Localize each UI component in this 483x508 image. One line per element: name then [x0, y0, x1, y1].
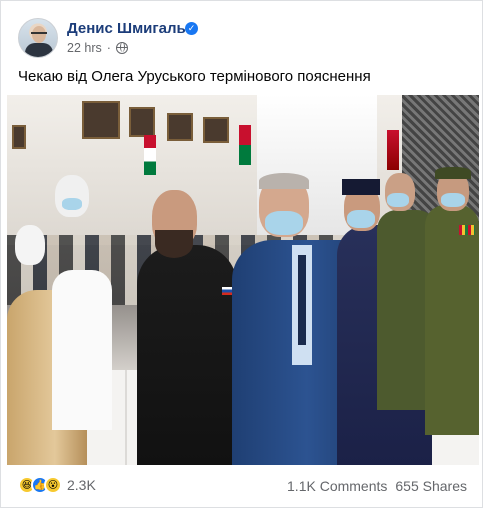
post-timestamp[interactable]: 22 hrs	[67, 41, 102, 55]
photo-frame-1	[82, 101, 120, 139]
photo-frame-3	[167, 113, 193, 141]
avatar-glasses	[31, 32, 47, 36]
photo-flag-3	[387, 130, 399, 170]
avatar-suit	[25, 43, 53, 57]
shares-count[interactable]: 655 Shares	[395, 478, 467, 494]
photo-mask-4	[387, 193, 409, 207]
post-text: Чекаю від Олега Уруського термінового по…	[18, 68, 371, 85]
photo-person-robe-white	[52, 270, 112, 430]
photo-grey-hair	[259, 173, 309, 189]
author-name[interactable]: Денис Шмигаль	[67, 20, 186, 37]
photo-mask-5	[441, 193, 465, 207]
photo-person-officer-2	[425, 205, 479, 435]
photo-mask-1	[62, 198, 82, 210]
photo-person-ghutra-1	[15, 225, 45, 265]
photo-officer-cap	[435, 167, 471, 179]
photo-mask-2	[265, 211, 303, 235]
photo-flag-1	[144, 135, 156, 175]
photo-frame-4	[203, 117, 229, 143]
reaction-count[interactable]: 2.3K	[67, 477, 96, 493]
reactions-summary[interactable]: 😆 👍 😮 2.3K	[18, 476, 96, 494]
photo-mask-3	[347, 210, 375, 228]
post-photo[interactable]	[7, 95, 479, 465]
photo-beard	[155, 230, 193, 258]
wow-reaction-icon: 😮	[44, 476, 62, 494]
photo-flag-2	[239, 125, 251, 165]
verified-badge-icon: ✓	[185, 22, 198, 35]
photo-person-black-outfit	[137, 245, 237, 465]
comments-count[interactable]: 1.1K Comments	[287, 478, 387, 494]
photo-medal-ribbons	[459, 225, 475, 235]
photo-tie	[298, 255, 306, 345]
globe-icon[interactable]	[115, 42, 128, 54]
post-meta: 22 hrs ·	[67, 41, 128, 55]
engagement-stats: 1.1K Comments 655 Shares	[287, 478, 467, 494]
photo-person-ghutra-2	[55, 175, 89, 217]
photo-frame-2	[129, 107, 155, 137]
photo-frame-5	[12, 125, 26, 149]
photo-papakha-hat	[342, 179, 380, 195]
author-avatar[interactable]	[18, 18, 58, 58]
meta-separator: ·	[106, 41, 111, 55]
facebook-post-card: Денис Шмигаль ✓ 22 hrs · Чекаю від Олега…	[0, 0, 483, 508]
